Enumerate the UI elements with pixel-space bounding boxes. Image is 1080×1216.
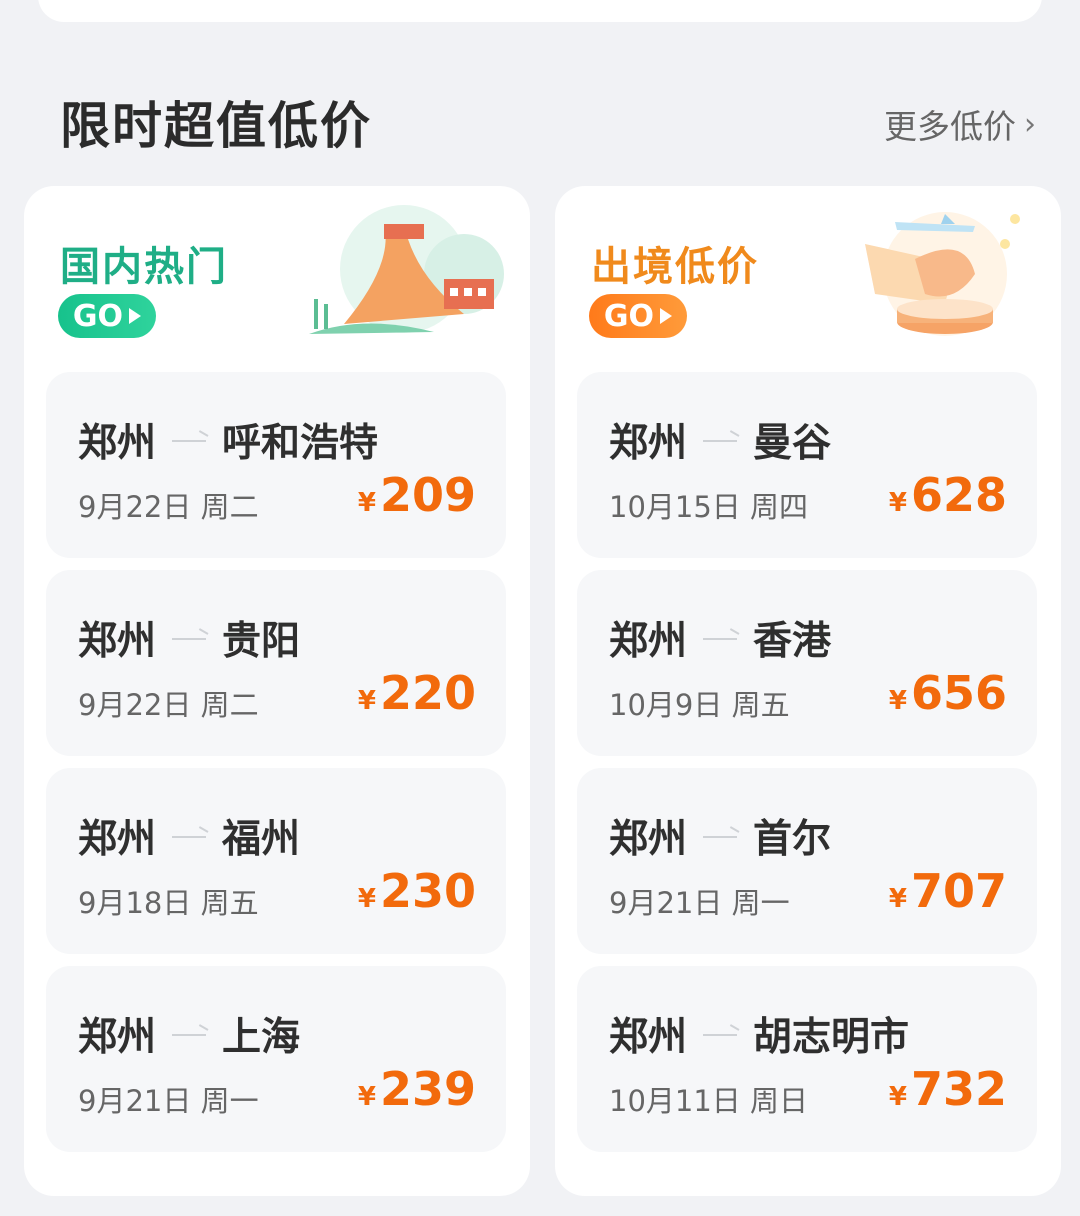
chevron-right-icon: › [1024, 106, 1036, 142]
arrow-right-icon [172, 631, 208, 645]
destination-city: 上海 [222, 1015, 301, 1060]
route-price: ¥ 628 [889, 468, 1007, 522]
currency-symbol: ¥ [357, 488, 376, 518]
price-amount: 628 [910, 468, 1007, 522]
section-title: 限时超值低价 [60, 97, 372, 155]
go-label: GO [72, 298, 124, 334]
currency-symbol: ¥ [888, 488, 907, 518]
departure-date: 10月9日 周五 [609, 688, 790, 722]
route-card[interactable]: 郑州 上海 9月21日 周一 ¥ 239 [46, 966, 506, 1152]
more-link-label: 更多低价 [884, 107, 1016, 146]
route-price: ¥ 707 [889, 864, 1007, 918]
departure-date: 9月22日 周二 [78, 490, 259, 524]
destination-city: 首尔 [753, 817, 832, 862]
currency-symbol: ¥ [357, 686, 376, 716]
go-label: GO [603, 298, 655, 334]
price-amount: 239 [379, 1062, 476, 1116]
price-amount: 209 [379, 468, 476, 522]
international-panel: 出境低价 GO 郑州 曼谷 10月15日 周四 ¥ 628 郑州 香港 10月9… [555, 186, 1061, 1196]
price-amount: 732 [910, 1062, 1007, 1116]
route-card[interactable]: 郑州 首尔 9月21日 周一 ¥ 707 [577, 768, 1037, 954]
departure-date: 10月15日 周四 [609, 490, 809, 524]
origin-city: 郑州 [609, 1015, 688, 1060]
play-icon [660, 308, 673, 324]
great-wall-icon [309, 205, 504, 334]
route-card[interactable]: 郑州 福州 9月18日 周五 ¥ 230 [46, 768, 506, 954]
route-card[interactable]: 郑州 曼谷 10月15日 周四 ¥ 628 [577, 372, 1037, 558]
price-amount: 230 [379, 864, 476, 918]
route-card[interactable]: 郑州 呼和浩特 9月22日 周二 ¥ 209 [46, 372, 506, 558]
destination-city: 贵阳 [222, 619, 301, 664]
origin-city: 郑州 [78, 619, 157, 664]
more-low-prices-link[interactable]: 更多低价 › [884, 100, 1036, 148]
currency-symbol: ¥ [357, 884, 376, 914]
panel-title-domestic[interactable]: 国内热门 [60, 234, 228, 292]
go-button-international[interactable]: GO [589, 294, 687, 338]
arrow-right-icon [703, 631, 739, 645]
origin-city: 郑州 [609, 421, 688, 466]
arrow-right-icon [172, 1027, 208, 1041]
origin-city: 郑州 [78, 1015, 157, 1060]
destination-city: 曼谷 [753, 421, 832, 466]
price-amount: 220 [379, 666, 476, 720]
price-amount: 707 [910, 864, 1007, 918]
play-icon [129, 308, 142, 324]
route-price: ¥ 209 [358, 468, 476, 522]
destination-city: 呼和浩特 [222, 421, 379, 466]
route-card[interactable]: 郑州 贵阳 9月22日 周二 ¥ 220 [46, 570, 506, 756]
route-price: ¥ 230 [358, 864, 476, 918]
price-amount: 656 [910, 666, 1007, 720]
departure-date: 9月22日 周二 [78, 688, 259, 722]
origin-city: 郑州 [78, 421, 157, 466]
route-price: ¥ 220 [358, 666, 476, 720]
section-header: 限时超值低价 更多低价 › [60, 86, 1036, 156]
destination-city: 胡志明市 [753, 1015, 910, 1060]
departure-date: 9月18日 周五 [78, 886, 259, 920]
route-price: ¥ 656 [889, 666, 1007, 720]
departure-date: 9月21日 周一 [609, 886, 790, 920]
arrow-right-icon [172, 433, 208, 447]
origin-city: 郑州 [609, 817, 688, 862]
route-card[interactable]: 郑州 胡志明市 10月11日 周日 ¥ 732 [577, 966, 1037, 1152]
route-price: ¥ 239 [358, 1062, 476, 1116]
arrow-right-icon [703, 433, 739, 447]
currency-symbol: ¥ [888, 686, 907, 716]
arrow-right-icon [703, 1027, 739, 1041]
origin-city: 郑州 [78, 817, 157, 862]
departure-date: 10月11日 周日 [609, 1084, 809, 1118]
previous-card [38, 0, 1042, 22]
departure-date: 9月21日 周一 [78, 1084, 259, 1118]
route-price: ¥ 732 [889, 1062, 1007, 1116]
origin-city: 郑州 [609, 619, 688, 664]
currency-symbol: ¥ [888, 1082, 907, 1112]
domestic-panel: 国内热门 GO 郑州 呼和浩特 9月22日 周二 ¥ 209 郑州 贵阳 9月2… [24, 186, 530, 1196]
currency-symbol: ¥ [357, 1082, 376, 1112]
route-card[interactable]: 郑州 香港 10月9日 周五 ¥ 656 [577, 570, 1037, 756]
destination-city: 香港 [753, 619, 832, 664]
panel-title-international[interactable]: 出境低价 [591, 234, 759, 292]
go-button-domestic[interactable]: GO [58, 294, 156, 338]
arrow-right-icon [172, 829, 208, 843]
arrow-right-icon [703, 829, 739, 843]
currency-symbol: ¥ [888, 884, 907, 914]
airplane-icon [865, 212, 1020, 336]
destination-city: 福州 [222, 817, 301, 862]
